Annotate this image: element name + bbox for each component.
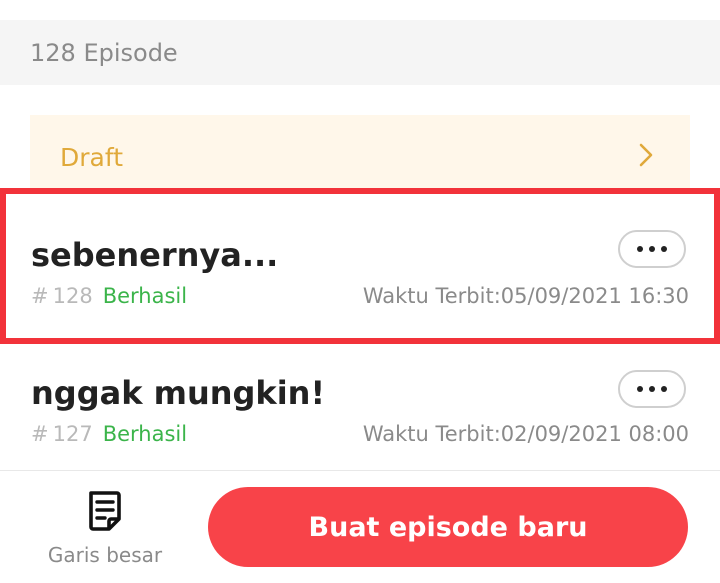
episode-title: nggak mungkin! [31, 374, 326, 412]
episode-meta: # 128 Berhasil [31, 284, 187, 308]
create-episode-button[interactable]: Buat episode baru [208, 487, 688, 567]
episode-number: 127 [52, 422, 93, 446]
more-dots-icon [637, 386, 667, 392]
episode-count-bar: 128 Episode [0, 20, 720, 85]
outline-label: Garis besar [47, 543, 163, 567]
more-dots-icon [637, 246, 667, 252]
episode-list-screen: 128 Episode Draft sebenernya... # 128 Be… [0, 0, 720, 583]
episode-hash: # [31, 284, 49, 308]
more-options-button[interactable] [618, 230, 686, 268]
draft-row[interactable]: Draft [30, 115, 690, 195]
bottom-bar: Garis besar Buat episode baru [0, 471, 720, 583]
status-badge: Berhasil [102, 284, 188, 308]
episode-item[interactable]: nggak mungkin! # 127 Berhasil Waktu Terb… [0, 346, 720, 470]
episode-number: 128 [52, 284, 93, 308]
episode-meta: # 127 Berhasil [31, 422, 187, 446]
outline-button[interactable]: Garis besar [30, 489, 180, 569]
outline-document-icon [85, 489, 125, 533]
episode-count-label: 128 Episode [30, 38, 178, 67]
status-badge: Berhasil [102, 422, 188, 446]
episode-hash: # [31, 422, 49, 446]
more-options-button[interactable] [618, 370, 686, 408]
chevron-right-icon [636, 141, 656, 169]
draft-label: Draft [60, 142, 124, 172]
publish-time: Waktu Terbit:05/09/2021 16:30 [362, 284, 689, 308]
publish-time: Waktu Terbit:02/09/2021 08:00 [362, 422, 689, 446]
episode-item[interactable]: sebenernya... # 128 Berhasil Waktu Terbi… [0, 188, 720, 344]
episode-title: sebenernya... [31, 236, 279, 274]
